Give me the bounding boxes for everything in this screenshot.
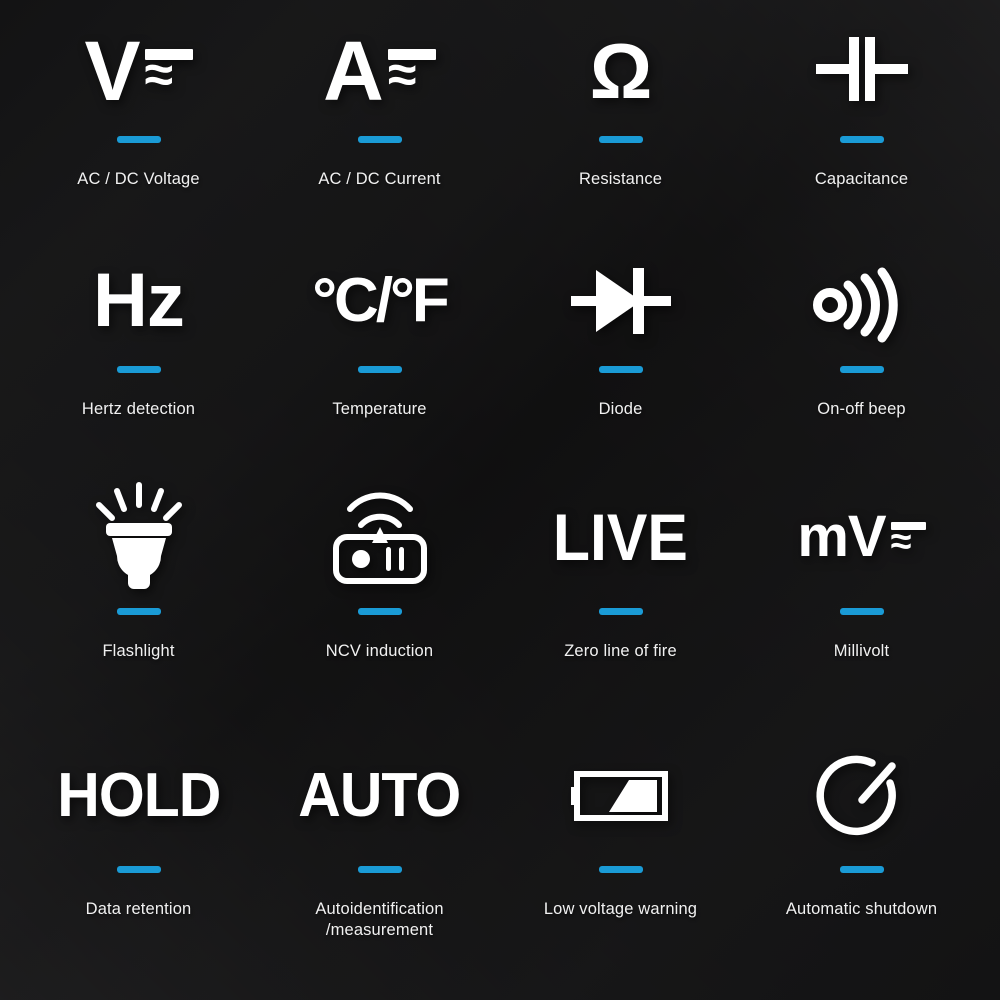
accent-bar (839, 608, 884, 615)
feature-card-resistance[interactable]: Ω Resistance (500, 12, 741, 242)
accent-bar (357, 136, 402, 143)
glyph-container (18, 472, 259, 602)
feature-label: Automatic shutdown (785, 900, 938, 918)
accent-bar (116, 866, 161, 873)
accent-bar (116, 608, 161, 615)
acdc-marker: ≈ (387, 35, 436, 104)
accent-bar (598, 866, 643, 873)
hold-icon: HOLD (56, 761, 221, 830)
glyph-container (259, 472, 500, 602)
glyph-container: HOLD (18, 732, 259, 860)
accent-bar (598, 136, 643, 143)
glyph-container (500, 732, 741, 860)
continuity-beep-icon (812, 261, 910, 343)
temperature-icon: °C/°F (312, 266, 449, 335)
feature-card-zero-line-of-fire[interactable]: LIVE Zero line of fire (500, 472, 741, 732)
glyph-container: mV ≈ (741, 472, 982, 602)
feature-label: Temperature (332, 400, 427, 418)
ac-wave-icon: ≈ (387, 45, 417, 104)
glyph-container: Ω (500, 12, 741, 130)
feature-card-low-voltage-warning[interactable]: Low voltage warning (500, 732, 741, 1000)
feature-label: AC / DC Voltage (77, 170, 200, 188)
feature-card-flashlight[interactable]: Flashlight (18, 472, 259, 732)
accent-bar (839, 366, 884, 373)
feature-label: Autoidentification /measurement (315, 900, 444, 939)
feature-label: Zero line of fire (564, 642, 677, 660)
feature-card-ncv-induction[interactable]: NCV induction (259, 472, 500, 732)
feature-card-capacitance[interactable]: Capacitance (741, 12, 982, 242)
feature-label: AC / DC Current (318, 170, 441, 188)
feature-card-ac-dc-voltage[interactable]: V ≈ AC / DC Voltage (18, 12, 259, 242)
flashlight-icon (91, 482, 187, 591)
feature-label: Flashlight (102, 642, 175, 660)
accent-bar (598, 366, 643, 373)
feature-card-hertz-detection[interactable]: Hz Hertz detection (18, 242, 259, 472)
accent-bar (116, 136, 161, 143)
accent-bar (839, 136, 884, 143)
glyph-container: °C/°F (259, 242, 500, 360)
feature-card-diode[interactable]: Diode (500, 242, 741, 472)
feature-card-data-retention[interactable]: HOLD Data retention (18, 732, 259, 1000)
live-wire-icon: LIVE (553, 500, 688, 574)
feature-label: Millivolt (833, 642, 890, 660)
ac-wave-icon: ≈ (144, 45, 174, 104)
current-letter: A (323, 23, 384, 118)
millivolt-letters: mV (797, 504, 886, 570)
low-battery-icon (570, 768, 671, 824)
feature-card-millivolt[interactable]: mV ≈ Millivolt (741, 472, 982, 732)
feature-label: Capacitance (814, 170, 909, 188)
glyph-container: LIVE (500, 472, 741, 602)
glyph-container: AUTO (259, 732, 500, 860)
accent-bar (598, 608, 643, 615)
glyph-container: V ≈ (18, 12, 259, 130)
feature-card-ac-dc-current[interactable]: A ≈ AC / DC Current (259, 12, 500, 242)
feature-card-on-off-beep[interactable]: On-off beep (741, 242, 982, 472)
accent-bar (357, 608, 402, 615)
voltage-letter: V (84, 23, 140, 118)
diode-icon (570, 266, 671, 336)
auto-power-off-icon (815, 754, 904, 838)
feature-label: NCV induction (325, 642, 434, 660)
accent-bar (839, 866, 884, 873)
acdc-marker: ≈ (144, 35, 193, 104)
millivolt-acdc-icon: mV ≈ (797, 504, 926, 570)
feature-label: Low voltage warning (543, 900, 698, 918)
feature-label: Resistance (578, 170, 663, 188)
hertz-icon: Hz (93, 258, 185, 343)
accent-bar (357, 366, 402, 373)
feature-label: Hertz detection (81, 400, 196, 418)
feature-label: On-off beep (817, 400, 906, 418)
glyph-container (741, 12, 982, 130)
glyph-container (500, 242, 741, 360)
glyph-container (741, 732, 982, 860)
feature-label: Data retention (85, 900, 192, 918)
feature-label: Diode (598, 400, 643, 418)
glyph-container (741, 242, 982, 360)
acdc-marker: ≈ (890, 512, 926, 564)
feature-card-autoidentification[interactable]: AUTO Autoidentification /measurement (259, 732, 500, 1000)
auto-range-icon: AUTO (298, 761, 461, 830)
feature-card-automatic-shutdown[interactable]: Automatic shutdown (741, 732, 982, 1000)
feature-grid: V ≈ AC / DC Voltage A ≈ AC / DC Current (0, 0, 1000, 1000)
feature-card-temperature[interactable]: °C/°F Temperature (259, 242, 500, 472)
voltage-acdc-icon: V ≈ (84, 23, 193, 118)
capacitor-icon (815, 33, 908, 109)
accent-bar (357, 866, 402, 873)
accent-bar (116, 366, 161, 373)
glyph-container: A ≈ (259, 12, 500, 130)
ncv-sensor-icon (328, 487, 432, 587)
glyph-container: Hz (18, 242, 259, 360)
ohm-icon: Ω (589, 27, 653, 115)
ac-wave-icon: ≈ (890, 521, 912, 564)
current-acdc-icon: A ≈ (323, 23, 436, 118)
